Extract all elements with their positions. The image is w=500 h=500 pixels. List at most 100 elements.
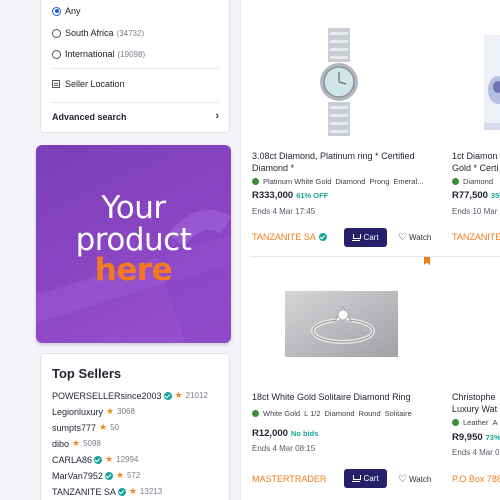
seller-name[interactable]: TANZANITE SA [52,487,116,497]
seller-score: 21012 [185,391,208,400]
product-ends: Ends 4 Mar 17:45 [252,207,316,216]
product-price: R77,50035% [452,190,500,201]
seller-name[interactable]: TANZANITE SA [252,232,316,242]
promo-banner[interactable]: Your product here [36,145,231,343]
product-tag: Prong [369,177,390,186]
price-value: R9,950 [452,432,483,443]
seller-score: 13213 [139,487,163,496]
add-to-cart-button[interactable]: Cart [344,469,387,488]
product-title[interactable]: Christophe Luxury Wat [452,391,500,415]
seller-location-option[interactable]: Seller Location [52,79,125,89]
star-icon: ★ [99,422,108,432]
category-icon [252,178,259,185]
cart-icon [352,234,362,241]
product-tag: L 1/2 [304,409,321,418]
star-icon: ★ [115,470,124,480]
filter-option-count: (34732) [116,28,145,38]
product-tag: Platinum White Gold [263,177,332,186]
product-ends: Ends 4 Mar 0 [452,448,500,457]
seller-row[interactable]: POWERSELLERsince2003 ★ 21012 [52,390,208,401]
product-seller[interactable]: TANZANITE SA [252,232,327,242]
product-seller[interactable]: TANZANITE [452,232,500,242]
seller-row[interactable]: MarVan7952 ★ 572 [52,470,140,481]
checkbox-icon[interactable] [52,80,60,88]
product-seller[interactable]: P.O Box 788 [452,474,500,484]
filter-option-label: Any [65,6,81,16]
advanced-search-label: Advanced search [52,112,127,122]
verified-icon [318,233,327,241]
product-image-watch[interactable] [318,28,360,136]
category-icon [452,419,459,426]
product-title[interactable]: 3.08ct Diamond, Platinum ring * Certifie… [252,150,422,174]
product-tags: Leather A [452,418,500,427]
seller-name[interactable]: MarVan7952 [52,471,103,481]
filter-option-international[interactable]: International (19098) [52,49,145,59]
filter-option-label: International [65,49,115,59]
heart-icon: ♡ [398,473,407,485]
product-tag: Diamond [324,409,355,418]
seller-row[interactable]: dibo ★ 5098 [52,438,101,449]
watch-button[interactable]: ♡ Watch [398,231,432,243]
verified-icon [94,455,103,464]
radio-icon[interactable] [52,28,61,38]
product-price: R9,950 73% [452,432,500,443]
watch-button[interactable]: ♡ Watch [398,473,431,485]
seller-location-label: Seller Location [65,79,125,89]
seller-score: 572 [126,471,141,480]
verified-icon [163,391,172,400]
filter-option-south-africa[interactable]: South Africa (34732) [52,28,144,38]
seller-name[interactable]: sumpts777 [52,423,96,433]
seller-name[interactable]: dibo [52,439,69,449]
star-icon: ★ [174,390,183,400]
price-value: R333,000 [252,190,294,201]
seller-name[interactable]: CARLA86 [52,455,92,465]
price-value: R12,000 [252,428,288,439]
page: Any South Africa (34732) International (… [0,0,500,500]
add-to-cart-button[interactable]: Cart [344,228,387,247]
seller-name[interactable]: Legionluxury [52,407,103,417]
product-tags: White Gold L 1/2 Diamond Round Solitaire [252,409,432,418]
product-title[interactable]: 18ct White Gold Solitaire Diamond Ring [252,391,442,403]
seller-row[interactable]: Legionluxury ★ 3068 [52,406,135,417]
product-image-ring[interactable] [484,35,500,130]
filter-option-count: (19098) [117,49,146,59]
divider [52,68,219,69]
verified-icon [117,487,126,496]
seller-name[interactable]: POWERSELLERsince2003 [52,391,162,401]
product-tag: Solitaire [384,409,412,418]
cart-icon [352,475,362,482]
seller-row[interactable]: sumpts777 ★ 50 [52,422,119,433]
advanced-search-link[interactable]: Advanced search › [52,110,219,123]
verified-icon [104,471,113,480]
seller-name[interactable]: P.O Box 788 [452,474,500,484]
cart-label: Cart [363,474,379,483]
filter-option-any[interactable]: Any [52,6,81,16]
price-value: R77,500 [452,190,488,201]
top-sellers-title: Top Sellers [52,366,122,381]
promo-line-3: here [94,252,173,288]
watch-label: Watch [408,233,432,242]
product-tag: White Gold [263,409,301,418]
product-tags: Diamond [452,177,500,186]
heart-icon: ♡ [398,231,407,243]
radio-icon[interactable] [52,49,61,59]
cart-label: Cart [363,233,379,242]
product-seller[interactable]: MASTERTRADER [252,474,326,484]
filter-option-label: South Africa [65,28,114,38]
seller-name[interactable]: MASTERTRADER [252,474,326,484]
seller-score: 12994 [116,455,139,464]
product-title[interactable]: 1ct Diamon Gold * Certi [452,150,500,174]
seller-row[interactable]: TANZANITE SA ★ 13213 [52,486,162,497]
product-ends: Ends 4 Mar 08:15 [252,444,316,453]
product-image-ring[interactable] [285,291,398,357]
seller-name[interactable]: TANZANITE [452,232,500,242]
star-icon: ★ [105,454,114,464]
location-filter-card: Any South Africa (34732) International (… [40,0,230,133]
promo-line-1: Your [101,190,166,226]
chevron-right-icon: › [215,110,219,122]
seller-row[interactable]: CARLA86 ★ 12994 [52,454,138,465]
star-icon: ★ [72,438,81,448]
seller-score: 3068 [117,407,135,416]
radio-selected-icon[interactable] [52,6,61,16]
seller-score: 50 [110,423,120,432]
